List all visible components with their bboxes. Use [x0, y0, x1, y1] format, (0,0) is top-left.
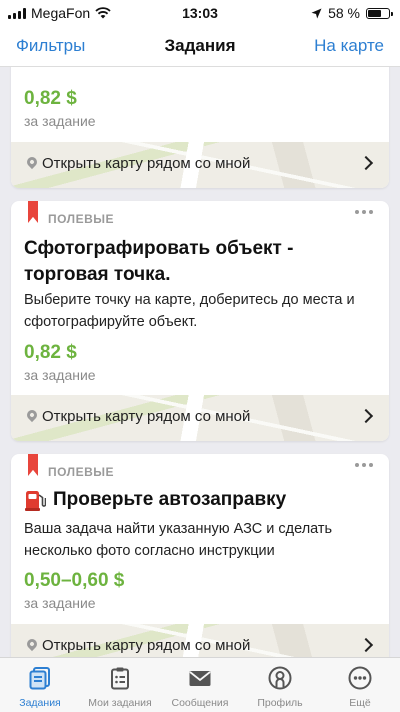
- fuel-pump-icon: [25, 491, 46, 511]
- task-price-unit: за задание: [24, 113, 96, 129]
- open-map-label: Открыть карту рядом со мной: [42, 408, 251, 425]
- task-price: 0,82 $: [24, 88, 77, 109]
- chevron-right-icon: [358, 637, 374, 653]
- more-icon: [348, 666, 372, 690]
- battery-fill: [368, 9, 381, 17]
- open-map-label: Открыть карту рядом со мной: [42, 155, 251, 172]
- tab-messages[interactable]: Сообщения: [160, 658, 240, 712]
- clipboard-icon: [111, 667, 129, 690]
- tab-label: Профиль: [257, 697, 303, 709]
- tab-label: Ещё: [349, 697, 371, 709]
- task-category: ПОЛЕВЫЕ: [48, 465, 115, 479]
- tab-profile[interactable]: Профиль: [240, 658, 320, 712]
- chevron-right-icon: [358, 155, 374, 171]
- task-card[interactable]: ПОЛЕВЫЕ Сфотографировать объект - торгов…: [11, 201, 389, 441]
- open-map-label: Открыть карту рядом со мной: [42, 637, 251, 654]
- task-title: Проверьте автозаправку: [53, 489, 287, 510]
- battery-percent: 58 %: [328, 5, 360, 21]
- task-price: 0,82 $: [24, 342, 77, 363]
- bookmark-icon: [28, 454, 38, 476]
- tab-my-tasks[interactable]: Мои задания: [80, 658, 160, 712]
- profile-icon: [268, 666, 292, 690]
- tab-label: Задания: [19, 697, 61, 709]
- task-description-line-1: Выберите точку на карте, доберитесь до м…: [24, 292, 355, 308]
- tab-bar: Задания Мои задания Сообщения Профиль Ещ…: [0, 657, 400, 712]
- more-options-icon[interactable]: [355, 463, 373, 467]
- task-title-line-2: торговая точка.: [24, 264, 171, 285]
- location-arrow-icon: [311, 8, 322, 18]
- task-price: 0,50–0,60 $: [24, 570, 125, 591]
- tab-label: Сообщения: [171, 697, 229, 709]
- open-map-link[interactable]: Открыть карту рядом со мной: [11, 624, 389, 657]
- task-card[interactable]: ПОЛЕВЫЕ Проверьте автозаправку Ваша зада…: [11, 454, 389, 657]
- open-map-link[interactable]: Открыть карту рядом со мной: [11, 395, 389, 441]
- task-card[interactable]: 0,82 $ за задание Открыть карту рядом со…: [11, 67, 389, 188]
- task-price-unit: за задание: [24, 595, 96, 611]
- tab-label: Мои задания: [88, 697, 152, 709]
- task-description-line-1: Ваша задача найти указанную АЗС и сделат…: [24, 521, 333, 537]
- task-price-unit: за задание: [24, 367, 96, 383]
- navigation-bar: Фильтры Задания На карте: [0, 26, 400, 67]
- tasks-icon: [29, 667, 50, 690]
- status-right: 58 %: [311, 5, 393, 21]
- map-pin-icon: [24, 407, 40, 423]
- battery-icon: [366, 7, 393, 19]
- bookmark-icon: [28, 201, 38, 223]
- task-description-line-2: сфотографируйте объект.: [24, 314, 198, 330]
- more-options-icon[interactable]: [355, 210, 373, 214]
- tab-tasks[interactable]: Задания: [0, 658, 80, 712]
- task-description-line-2: несколько фото согласно инструкции: [24, 543, 275, 559]
- task-title-line-1: Сфотографировать объект -: [24, 238, 294, 259]
- map-pin-icon: [24, 636, 40, 652]
- open-map-link[interactable]: Открыть карту рядом со мной: [11, 142, 389, 188]
- task-category: ПОЛЕВЫЕ: [48, 212, 115, 226]
- status-bar: MegaFon 13:03 58 %: [0, 0, 400, 26]
- envelope-icon: [189, 671, 211, 686]
- task-feed[interactable]: 0,82 $ за задание Открыть карту рядом со…: [0, 67, 400, 657]
- tab-more[interactable]: Ещё: [320, 658, 400, 712]
- chevron-right-icon: [358, 408, 374, 424]
- map-pin-icon: [24, 154, 40, 170]
- on-map-button[interactable]: На карте: [314, 36, 384, 56]
